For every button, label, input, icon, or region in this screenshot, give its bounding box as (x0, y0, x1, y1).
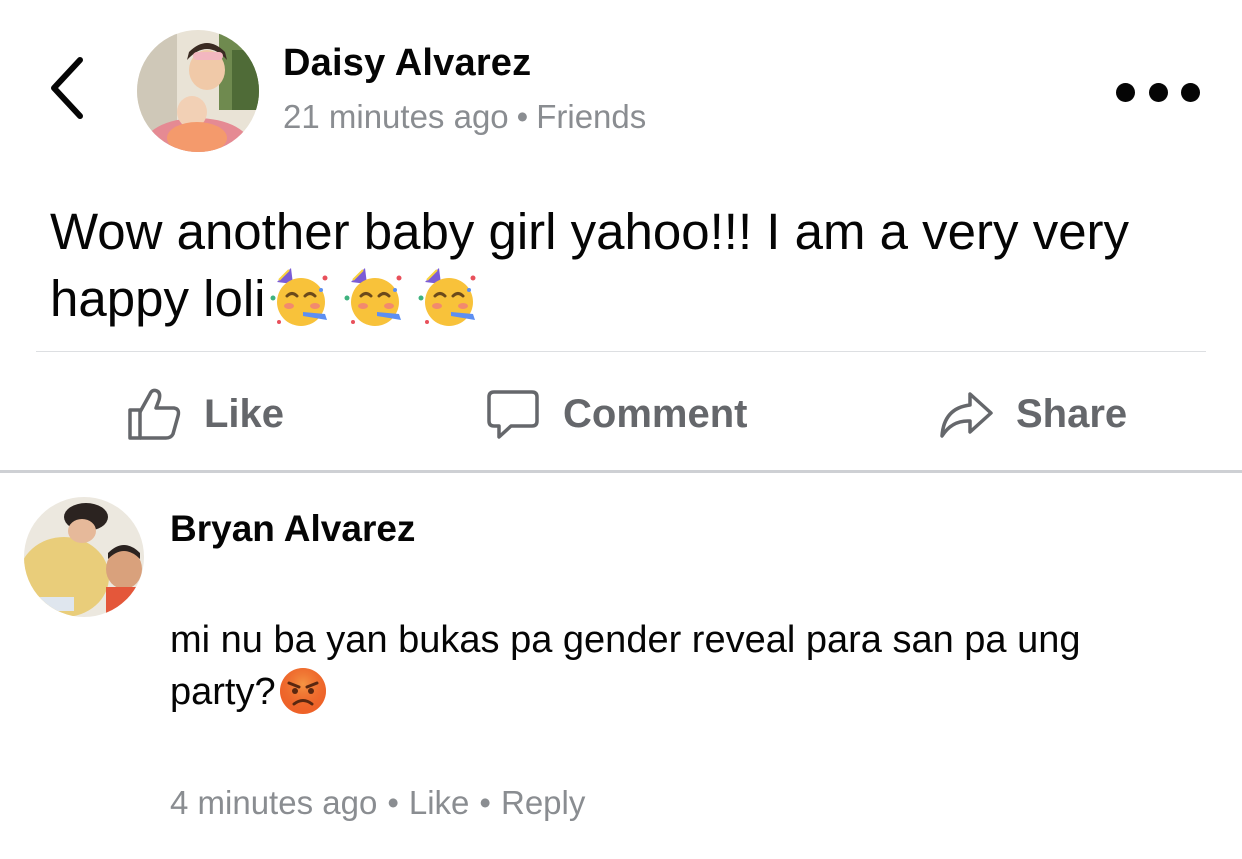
commenter-avatar-image (24, 497, 144, 617)
partying-face-emoji-icon (270, 268, 328, 326)
comment-like-link[interactable]: Like (409, 784, 470, 822)
meta-separator: • (479, 784, 491, 821)
emoji-row (267, 264, 481, 330)
share-arrow-icon (940, 392, 993, 438)
section-divider (0, 470, 1242, 473)
partying-face-emoji-icon (344, 268, 402, 326)
more-dot-icon (1181, 82, 1200, 102)
back-button[interactable] (40, 52, 96, 124)
post-timestamp[interactable]: 21 minutes ago (283, 98, 509, 135)
share-label: Share (1016, 391, 1128, 436)
comment-meta: 4 minutes ago • Like • Reply (170, 784, 585, 822)
meta-separator: • (516, 98, 529, 135)
commenter-name[interactable]: Bryan Alvarez (170, 508, 415, 550)
author-name[interactable]: Daisy Alvarez (283, 42, 531, 85)
comment-reply-link[interactable]: Reply (501, 784, 585, 822)
post-body: Wow another baby girl yahoo!!! I am a ve… (50, 200, 1210, 331)
partying-face-emoji-icon (418, 268, 476, 326)
author-avatar[interactable] (137, 30, 259, 152)
commenter-avatar[interactable] (24, 497, 144, 617)
angry-face-emoji-icon (279, 668, 326, 714)
comment-label: Comment (563, 391, 748, 436)
comment-timestamp: 4 minutes ago (170, 784, 378, 821)
share-button[interactable]: Share (938, 380, 1127, 448)
speech-bubble-icon (487, 390, 539, 439)
like-button[interactable]: Like (126, 380, 284, 448)
author-avatar-image (137, 30, 259, 152)
meta-separator: • (387, 784, 399, 821)
post-divider (36, 351, 1206, 352)
post-text: Wow another baby girl yahoo!!! I am a ve… (50, 203, 1130, 327)
more-dot-icon (1116, 82, 1135, 102)
comment-button[interactable]: Comment (485, 380, 747, 448)
more-dot-icon (1148, 82, 1168, 102)
more-options-button[interactable] (1116, 72, 1200, 112)
comment-body: mi nu ba yan bukas pa gender reveal para… (170, 614, 1170, 718)
audience-label[interactable]: Friends (536, 98, 646, 135)
chevron-left-icon (51, 57, 83, 119)
thumbs-up-icon (128, 388, 181, 440)
post-meta: 21 minutes ago • Friends (283, 98, 646, 136)
like-label: Like (204, 391, 285, 436)
